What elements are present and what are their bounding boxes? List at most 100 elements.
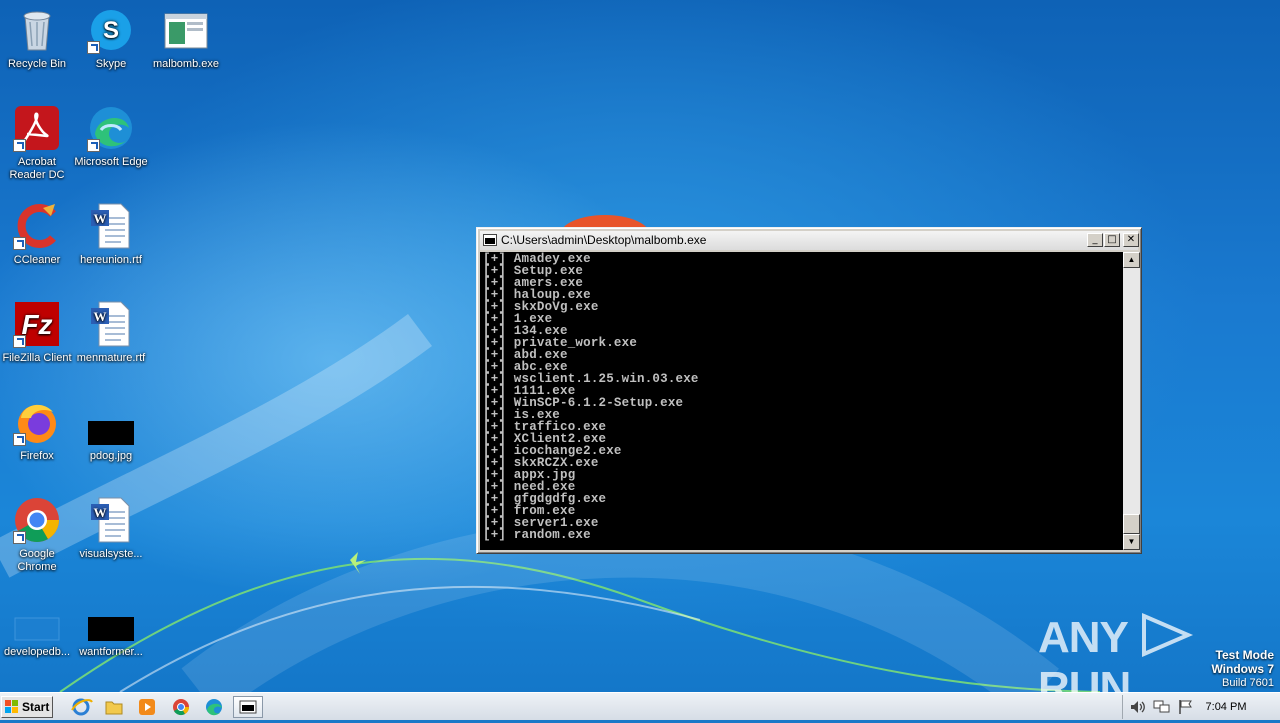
desktop-icon-label: Microsoft Edge [74, 156, 148, 168]
desktop-icon-label: Recycle Bin [7, 58, 67, 70]
chrome-icon [13, 496, 61, 544]
desktop-icon-developedb[interactable]: developedb... [0, 594, 74, 659]
desktop-icon-skype[interactable]: S Skype [74, 6, 148, 71]
anyrun-brand-left: ANY [1038, 613, 1128, 662]
word-document-icon: W [87, 202, 135, 250]
scroll-up-button[interactable]: ▲ [1123, 252, 1140, 268]
taskbar-media-player[interactable] [134, 696, 160, 718]
console-output[interactable]: [+] Amadey.exe [+] Setup.exe [+] amers.exe… [480, 252, 1123, 550]
console-scrollbar[interactable]: ▲ ▼ [1123, 252, 1140, 550]
exe-window-icon [162, 6, 210, 54]
taskbar-edge[interactable] [201, 696, 227, 718]
svg-text:S: S [103, 17, 119, 44]
desktop-icon-label: visualsyste... [79, 548, 143, 560]
edge-icon [206, 699, 222, 716]
desktop-icon-hereunion[interactable]: W hereunion.rtf [74, 202, 148, 267]
build-label: Build 7601 [1222, 677, 1274, 689]
console-line: [+] skxDoVg.exe [483, 300, 599, 314]
taskbar-console-window[interactable] [233, 696, 263, 718]
desktop-icon-acrobat[interactable]: Acrobat Reader DC [0, 104, 74, 182]
desktop-icon-label: Skype [95, 58, 127, 70]
console-titlebar[interactable]: C:\Users\admin\Desktop\malbomb.exe _ □ ✕ [480, 231, 1139, 250]
desktop-icon-pdog[interactable]: pdog.jpg [74, 398, 148, 463]
chrome-icon [173, 699, 190, 716]
edge-icon [87, 104, 135, 152]
network-icon[interactable] [1153, 699, 1171, 715]
desktop-icon-label: wantformer... [79, 646, 143, 658]
word-document-icon: W [87, 496, 135, 544]
desktop-icon-label: pdog.jpg [89, 450, 133, 462]
console-title: C:\Users\admin\Desktop\malbomb.exe [501, 233, 707, 247]
console-lines: [+] Amadey.exe [+] Setup.exe [+] amers.exe… [480, 252, 1123, 542]
taskbar-internet-explorer[interactable] [68, 696, 94, 718]
desktop-icon-ccleaner[interactable]: CCleaner [0, 202, 74, 267]
svg-text:W: W [94, 505, 107, 520]
svg-text:W: W [94, 309, 107, 324]
maximize-button[interactable]: □ [1104, 233, 1120, 247]
minimize-button[interactable]: _ [1087, 233, 1103, 247]
internet-explorer-icon [71, 698, 93, 716]
desktop-icon-menmature[interactable]: W menmature.rtf [74, 300, 148, 365]
media-player-icon [139, 699, 155, 715]
console-line: [+] WinSCP-6.1.2-Setup.exe [483, 396, 684, 410]
desktop-icon-edge[interactable]: Microsoft Edge [74, 104, 148, 169]
desktop-icon-malbomb[interactable]: malbomb.exe [149, 6, 223, 71]
shortcut-arrow-icon [13, 531, 26, 544]
console-line: [+] random.exe [483, 528, 591, 542]
blank-file-icon [13, 594, 61, 642]
desktop-icon-wantformer[interactable]: wantformer... [74, 594, 148, 659]
shortcut-arrow-icon [13, 335, 26, 348]
console-window[interactable]: C:\Users\admin\Desktop\malbomb.exe _ □ ✕… [476, 227, 1142, 554]
start-button[interactable]: Start [1, 696, 53, 718]
skype-icon: S [87, 6, 135, 54]
windows-flag-icon [5, 700, 18, 713]
desktop-icon-label: Firefox [20, 450, 54, 462]
console-window-icon [239, 700, 257, 714]
scroll-down-button[interactable]: ▼ [1123, 534, 1140, 550]
shortcut-arrow-icon [13, 237, 26, 250]
anyrun-watermark: ANY RUN [1038, 612, 1238, 692]
firefox-icon [13, 398, 61, 446]
shortcut-arrow-icon [87, 139, 100, 152]
desktop-icon-label: FileZilla Client [2, 352, 72, 364]
svg-text:W: W [94, 211, 107, 226]
test-mode-label: Test Mode [1215, 648, 1274, 662]
filezilla-icon: Fz [13, 300, 61, 348]
desktop: Recycle Bin S Skype malbomb.exe Acrobat … [0, 0, 1280, 692]
acrobat-icon [13, 104, 61, 152]
console-line: [+] wsclient.1.25.win.03.exe [483, 372, 699, 386]
desktop-icon-label: hereunion.rtf [80, 254, 142, 266]
desktop-icon-visualsyste[interactable]: W visualsyste... [74, 496, 148, 561]
console-line: [+] gfgdgdfg.exe [483, 492, 607, 506]
taskbar-explorer[interactable] [101, 696, 127, 718]
play-triangle-icon [1142, 612, 1194, 658]
svg-text:Fz: Fz [21, 309, 52, 340]
desktop-icon-label: CCleaner [13, 254, 61, 266]
desktop-icon-chrome[interactable]: Google Chrome [0, 496, 74, 574]
explorer-folder-icon [105, 701, 123, 715]
word-document-icon: W [87, 300, 135, 348]
console-line: [+] 1.exe [483, 312, 553, 326]
anyrun-brand-right: RUN [1038, 663, 1131, 692]
desktop-icon-label: Acrobat Reader DC [9, 156, 65, 181]
desktop-icon-recycle-bin[interactable]: Recycle Bin [0, 6, 74, 71]
desktop-icon-label: developedb... [3, 646, 71, 658]
taskbar: Start 7:04 PM [0, 692, 1280, 720]
scroll-thumb[interactable] [1123, 514, 1140, 534]
console-app-icon[interactable] [483, 234, 497, 246]
volume-icon[interactable] [1129, 699, 1147, 715]
console-line: [+] appx.jpg [483, 468, 576, 482]
action-center-flag-icon[interactable] [1177, 699, 1195, 715]
shortcut-arrow-icon [87, 41, 100, 54]
recycle-bin-icon [13, 6, 61, 54]
console-line: [+] abd.exe [483, 348, 568, 362]
desktop-icon-firefox[interactable]: Firefox [0, 398, 74, 463]
desktop-icon-label: malbomb.exe [152, 58, 220, 70]
taskbar-chrome[interactable] [168, 696, 194, 718]
close-button[interactable]: ✕ [1123, 233, 1139, 247]
test-mode-notice: Test Mode Windows 7 Build 7601 [1211, 648, 1274, 690]
taskbar-clock[interactable]: 7:04 PM [1196, 693, 1256, 721]
desktop-icon-filezilla[interactable]: Fz FileZilla Client [0, 300, 74, 365]
shortcut-arrow-icon [13, 433, 26, 446]
console-line: [+] private_work.exe [483, 336, 638, 350]
